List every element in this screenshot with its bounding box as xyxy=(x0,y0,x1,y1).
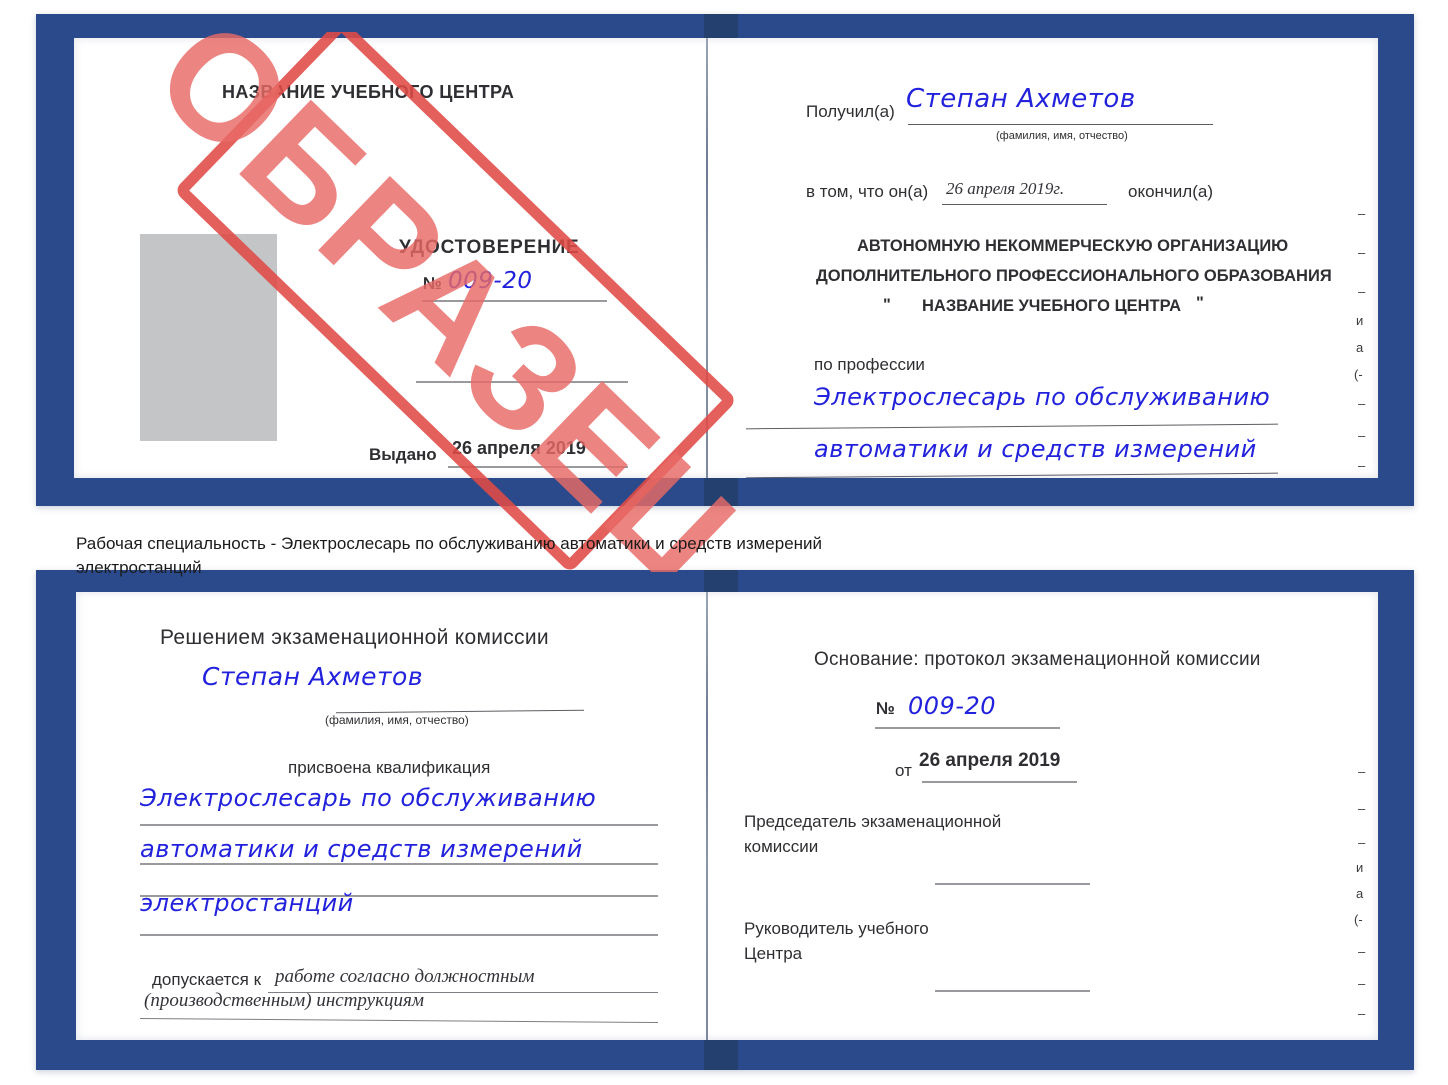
that-he-date-rule xyxy=(942,204,1107,205)
profession-value-line-1: Электрослесарь по обслуживанию xyxy=(814,383,1271,411)
profession-value-line-2: автоматики и средств измерений xyxy=(814,435,1257,463)
organization-quote-open: " xyxy=(883,296,891,314)
edge-fragment: – xyxy=(1358,835,1366,850)
protocol-number-value: 009-20 xyxy=(908,692,997,720)
decision-title: Решением экзаменационной комиссии xyxy=(160,626,549,649)
edge-fragment: – xyxy=(1358,284,1366,299)
booklet-spine xyxy=(706,592,708,1040)
blank-rule-1 xyxy=(416,381,628,383)
certificate-page-bottom-right: Основание: протокол экзаменационной коми… xyxy=(710,592,1378,1040)
certificate-page-top-left: НАЗВАНИЕ УЧЕБНОГО ЦЕНТРА УДОСТОВЕРЕНИЕ №… xyxy=(74,38,706,478)
issued-label: Выдано xyxy=(369,445,437,464)
caption-line-2: электростанций xyxy=(76,558,202,577)
chairman-signature-rule xyxy=(935,883,1090,885)
head-label-line-1: Руководитель учебного xyxy=(744,919,929,938)
edge-fragment: – xyxy=(1358,944,1366,959)
edge-fragment: а xyxy=(1356,340,1364,355)
certificate-spread-top: НАЗВАНИЕ УЧЕБНОГО ЦЕНТРА УДОСТОВЕРЕНИЕ №… xyxy=(74,38,1378,478)
edge-fragment: – xyxy=(1358,245,1366,260)
basis-label: Основание: протокол экзаменационной коми… xyxy=(814,649,1261,670)
photo-placeholder xyxy=(140,234,277,441)
certificate-number-label: № xyxy=(423,274,442,293)
edge-fragment: – xyxy=(1358,458,1366,473)
edge-fragment: – xyxy=(1358,1036,1365,1040)
that-he-label: в том, что он(а) xyxy=(806,182,929,201)
head-label-line-2: Центра xyxy=(744,944,803,963)
caption-line-1: Рабочая специальность - Электрослесарь п… xyxy=(76,534,823,553)
edge-fragment: – xyxy=(1358,428,1366,443)
received-name-rule xyxy=(908,124,1213,125)
edge-fragment: – xyxy=(1358,396,1366,411)
protocol-number-rule xyxy=(875,727,1060,729)
spine-tab-bottom xyxy=(704,1036,738,1070)
qualification-label: присвоена квалификация xyxy=(288,758,491,777)
finished-label: окончил(а) xyxy=(1128,182,1213,201)
organization-quote-close: " xyxy=(1196,294,1204,312)
chairman-label-line-1: Председатель экзаменационной xyxy=(744,812,1002,831)
organization-line-1: АВТОНОМНУЮ НЕКОММЕРЧЕСКУЮ ОРГАНИЗАЦИЮ xyxy=(857,237,1289,255)
qualification-rule-1 xyxy=(140,824,658,826)
protocol-date-rule xyxy=(922,781,1077,783)
edge-fragment: (- xyxy=(1354,912,1363,927)
edge-fragment: (- xyxy=(1354,367,1363,382)
name-hint-label: (фамилия, имя, отчество) xyxy=(325,713,469,727)
certificate-page-top-right: Получил(а) Степан Ахметов (фамилия, имя,… xyxy=(710,38,1378,478)
profession-label: по профессии xyxy=(814,355,925,374)
qualification-rule-2 xyxy=(140,863,658,865)
certificate-booklet-bottom: Решением экзаменационной комиссии Степан… xyxy=(36,570,1414,1070)
edge-fragment: – xyxy=(1358,1006,1366,1021)
student-name-value: Степан Ахметов xyxy=(202,662,424,691)
qualification-rule-4 xyxy=(140,934,658,936)
protocol-date-value: 26 апреля 2019 xyxy=(919,750,1061,771)
profession-rule-2 xyxy=(746,472,1278,478)
edge-fragment: и xyxy=(1356,313,1364,328)
qualification-line-3: электростанций xyxy=(140,889,354,917)
edge-fragment: – xyxy=(1358,764,1366,779)
edge-fragment: – xyxy=(1358,206,1366,221)
certificate-number-value: 009-20 xyxy=(448,268,533,294)
name-hint-label: (фамилия, имя, отчество) xyxy=(996,130,1128,142)
protocol-number-label: № xyxy=(876,699,895,718)
edge-fragment: – xyxy=(1358,801,1366,816)
edge-fragment: и xyxy=(1356,860,1364,875)
edge-fragment: – xyxy=(1358,976,1366,991)
training-center-name: НАЗВАНИЕ УЧЕБНОГО ЦЕНТРА xyxy=(222,82,515,102)
organization-line-3: НАЗВАНИЕ УЧЕБНОГО ЦЕНТРА xyxy=(922,297,1182,315)
qualification-line-2: автоматики и средств измерений xyxy=(140,835,583,863)
chairman-label-line-2: комиссии xyxy=(744,837,819,856)
organization-line-2: ДОПОЛНИТЕЛЬНОГО ПРОФЕССИОНАЛЬНОГО ОБРАЗО… xyxy=(816,267,1332,285)
allowed-value-line-2: (производственным) инструкциям xyxy=(144,990,424,1011)
qualification-line-1: Электрослесарь по обслуживанию xyxy=(140,784,597,812)
head-signature-rule xyxy=(935,990,1090,992)
issued-date-value: 26 апреля 2019 xyxy=(452,438,586,458)
document-title: УДОСТОВЕРЕНИЕ xyxy=(399,237,580,258)
protocol-date-label: от xyxy=(895,761,912,780)
certificate-page-bottom-left: Решением экзаменационной комиссии Степан… xyxy=(76,592,706,1040)
received-label: Получил(а) xyxy=(806,102,895,121)
allowed-label: допускается к xyxy=(152,970,262,989)
issued-date-rule xyxy=(448,466,628,468)
certificate-number-rule xyxy=(422,300,607,302)
caption-block: Рабочая специальность - Электрослесарь п… xyxy=(76,532,1126,580)
certificate-booklet-top: НАЗВАНИЕ УЧЕБНОГО ЦЕНТРА УДОСТОВЕРЕНИЕ №… xyxy=(36,14,1414,572)
allowed-rule-2 xyxy=(140,1017,658,1024)
profession-rule-1 xyxy=(746,423,1278,430)
certificate-spread-bottom: Решением экзаменационной комиссии Степан… xyxy=(76,592,1378,1040)
booklet-spine xyxy=(706,38,708,478)
received-name-value: Степан Ахметов xyxy=(906,84,1136,114)
allowed-value-line-1: работе согласно должностным xyxy=(275,966,535,987)
edge-fragment: а xyxy=(1356,886,1364,901)
that-he-date-value: 26 апреля 2019г. xyxy=(946,179,1065,198)
